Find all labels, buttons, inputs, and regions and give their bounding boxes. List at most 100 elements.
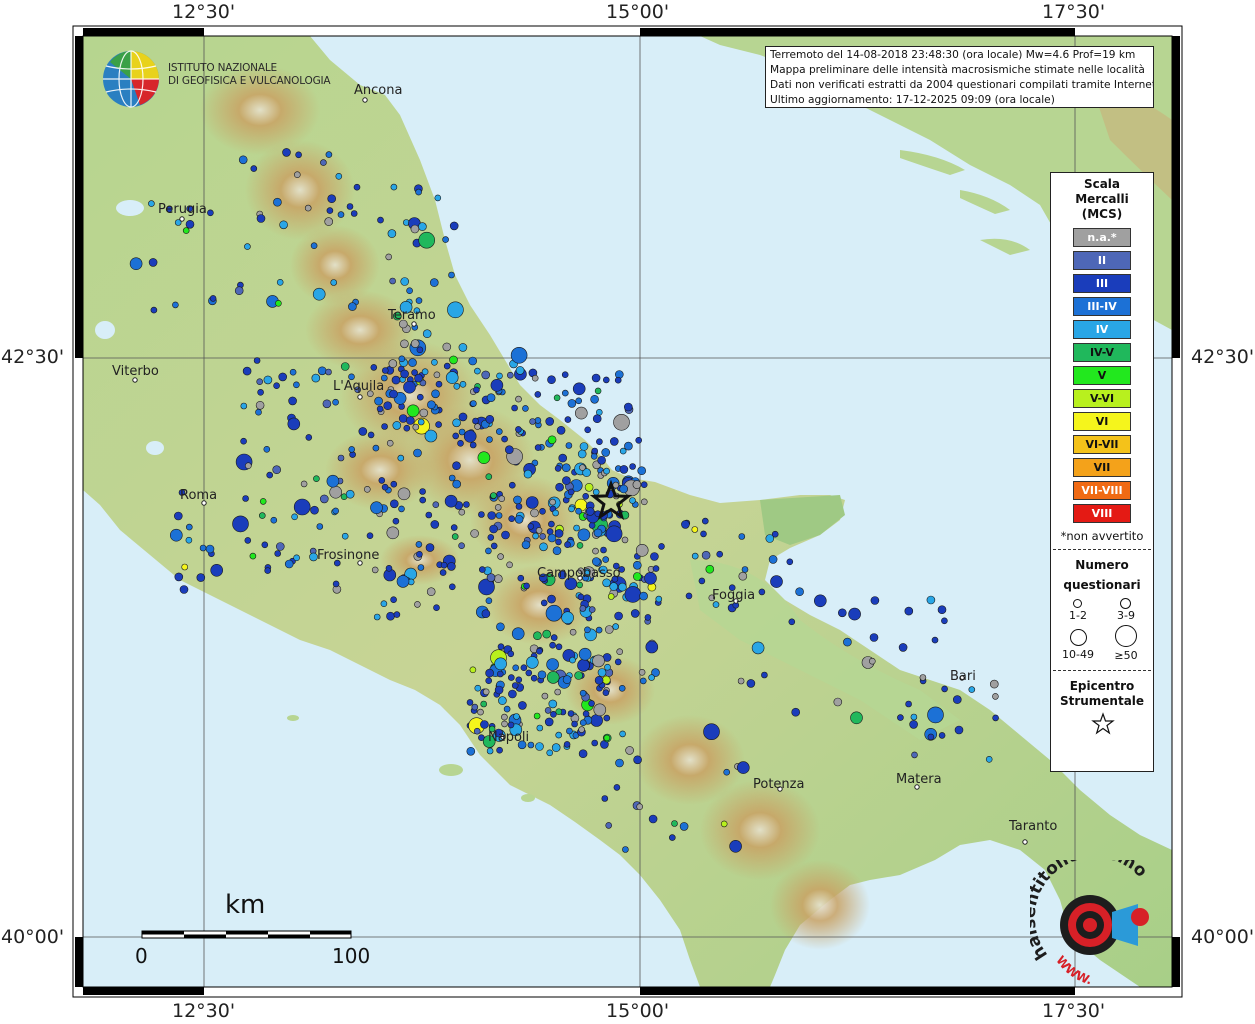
lon-label-bottom-3: 17°30'	[1042, 1000, 1106, 1022]
intensity-point	[473, 386, 480, 394]
lon-label-bottom-1: 12°30'	[172, 1000, 236, 1022]
intensity-point	[525, 656, 539, 669]
intensity-point	[534, 391, 542, 398]
intensity-point	[432, 501, 440, 509]
intensity-point	[833, 697, 843, 707]
intensity-point	[786, 558, 794, 566]
intensity-point	[377, 216, 384, 224]
intensity-point	[485, 414, 495, 424]
intensity-point	[561, 463, 571, 473]
intensity-point	[240, 402, 248, 410]
city-label: Foggia	[712, 588, 755, 603]
intensity-point	[513, 495, 522, 505]
intensity-point	[427, 400, 436, 410]
intensity-point	[645, 640, 659, 654]
intensity-point	[489, 524, 498, 534]
intensity-point	[403, 424, 411, 432]
intensity-point	[572, 382, 586, 396]
intensity-point	[591, 447, 599, 455]
intensity-point	[577, 449, 587, 459]
intensity-point	[496, 746, 503, 754]
ingv-name-line2: DI GEOFISICA E VULCANOLOGIA	[168, 75, 331, 87]
intensity-point	[633, 755, 642, 765]
lat-label-left-1: 42°30'	[1, 346, 65, 368]
intensity-point	[293, 171, 301, 178]
intensity-point	[319, 494, 329, 504]
intensity-point	[390, 596, 397, 604]
intensity-point	[511, 627, 525, 641]
intensity-point	[989, 679, 999, 689]
intensity-point	[597, 668, 607, 677]
intensity-point	[623, 402, 633, 412]
intensity-point	[584, 426, 592, 434]
intensity-point	[453, 382, 461, 390]
intensity-point	[635, 543, 649, 557]
intensity-point	[495, 428, 503, 435]
legend-class-swatch: VII-VIII	[1073, 481, 1131, 500]
intensity-point	[481, 609, 491, 619]
intensity-point	[540, 599, 548, 607]
intensity-point	[422, 329, 432, 339]
intensity-point	[567, 488, 575, 496]
intensity-point	[547, 375, 556, 385]
intensity-point	[624, 586, 642, 603]
intensity-point	[457, 439, 464, 447]
intensity-point	[389, 389, 398, 399]
intensity-point	[515, 676, 523, 684]
intensity-point	[255, 400, 265, 410]
intensity-point	[400, 277, 410, 286]
intensity-point	[992, 714, 999, 722]
intensity-point	[534, 444, 542, 451]
intensity-point	[181, 563, 188, 571]
intensity-point	[564, 416, 572, 423]
intensity-point	[293, 554, 300, 562]
intensity-point	[253, 357, 261, 364]
intensity-point	[300, 480, 308, 488]
intensity-point	[389, 277, 396, 285]
intensity-point	[485, 677, 493, 685]
size-label-1-2: 1-2	[1069, 609, 1087, 622]
intensity-point	[561, 371, 569, 379]
intensity-point	[473, 727, 481, 735]
intensity-point	[257, 388, 264, 396]
intensity-point	[605, 822, 613, 829]
intensity-point	[256, 378, 264, 386]
intensity-point	[326, 474, 340, 488]
intensity-point	[577, 528, 591, 542]
intensity-point	[579, 442, 589, 451]
intensity-point	[471, 703, 479, 711]
intensity-point	[381, 367, 389, 374]
intensity-point	[507, 650, 515, 658]
intensity-point	[332, 507, 340, 515]
intensity-point	[604, 663, 611, 671]
legend-title-line2: Mercalli	[1075, 192, 1129, 206]
intensity-point	[795, 587, 804, 597]
intensity-point	[592, 547, 599, 555]
intensity-point	[501, 530, 510, 540]
intensity-point	[400, 339, 409, 349]
intensity-point	[468, 356, 478, 366]
intensity-point	[593, 703, 607, 717]
intensity-point	[353, 183, 361, 191]
intensity-point	[515, 366, 525, 375]
intensity-point	[911, 751, 918, 759]
intensity-point	[386, 526, 400, 540]
intensity-point	[602, 689, 610, 697]
intensity-point	[563, 741, 571, 748]
intensity-point	[419, 488, 426, 495]
intensity-point	[618, 582, 627, 592]
intensity-point	[486, 436, 493, 443]
intensity-point	[508, 689, 517, 699]
intensity-point	[909, 720, 918, 729]
intensity-point	[552, 546, 562, 556]
intensity-point	[619, 465, 629, 474]
intensity-point	[415, 188, 422, 196]
intensity-point	[396, 575, 410, 588]
intensity-point	[458, 508, 466, 516]
questionnaire-title-line2: questionari	[1063, 578, 1141, 592]
intensity-point	[392, 517, 400, 525]
intensity-point	[551, 743, 561, 752]
epicenter-title: Epicentro Strumentale	[1051, 679, 1153, 709]
intensity-point	[625, 746, 634, 755]
intensity-point	[601, 795, 609, 802]
